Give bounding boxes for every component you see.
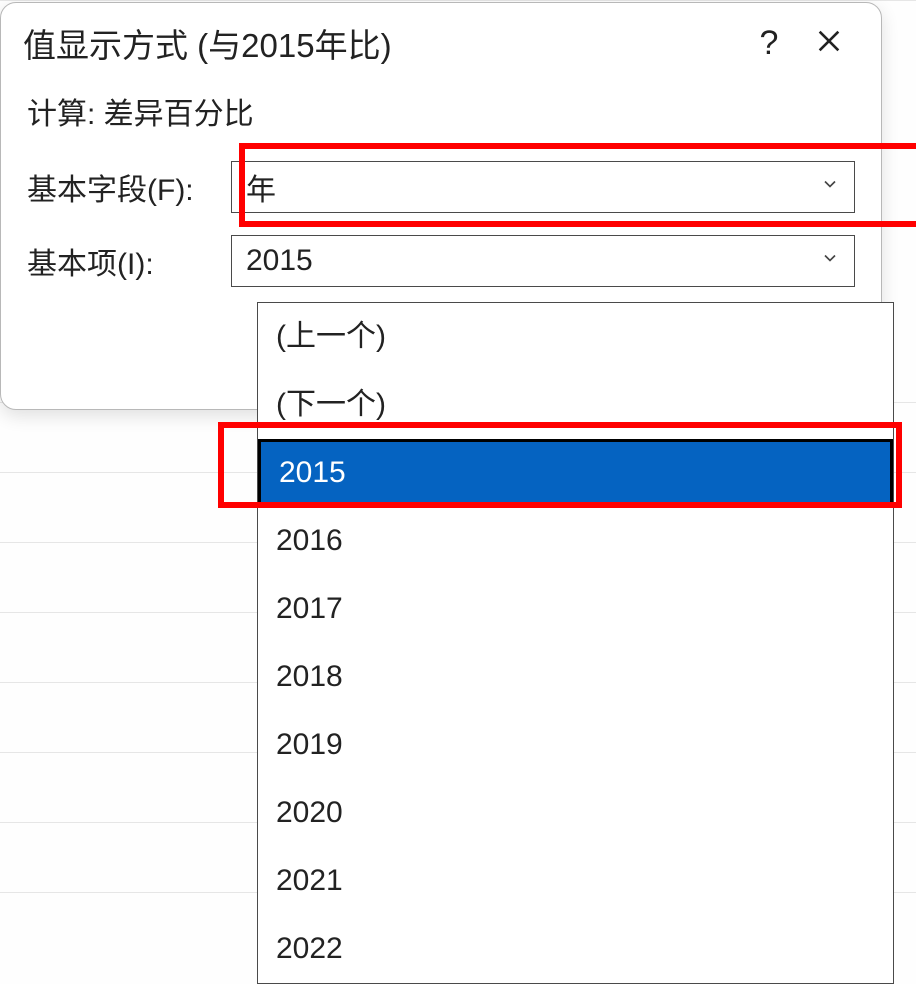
dialog-title: 值显示方式 (与2015年比) (23, 19, 739, 67)
dialog-titlebar: 值显示方式 (与2015年比) ? (1, 3, 881, 83)
calculation-label: 计算: 差异百分比 (27, 89, 855, 133)
dropdown-item[interactable]: 2017 (258, 575, 893, 643)
close-icon (815, 42, 843, 59)
dropdown-item[interactable]: 2022 (258, 915, 893, 983)
dropdown-item[interactable]: 2020 (258, 779, 893, 847)
help-button[interactable]: ? (739, 24, 799, 63)
base-field-combo[interactable]: 年 (231, 161, 855, 213)
base-item-value: 2015 (232, 244, 806, 278)
close-button[interactable] (799, 27, 859, 60)
base-item-label: 基本项(I): (27, 239, 231, 283)
chevron-down-icon (806, 174, 854, 200)
base-field-row: 基本字段(F): 年 (27, 161, 855, 213)
dropdown-item[interactable]: 2018 (258, 643, 893, 711)
base-item-dropdown-list[interactable]: (上一个)(下一个)201520162017201820192020202120… (257, 302, 894, 984)
base-field-value: 年 (232, 165, 806, 209)
dropdown-item[interactable]: (下一个) (258, 371, 893, 439)
dropdown-item[interactable]: 2021 (258, 847, 893, 915)
dropdown-item[interactable]: 2015 (258, 439, 893, 507)
dropdown-item[interactable]: (上一个) (258, 303, 893, 371)
dialog-body: 计算: 差异百分比 基本字段(F): 年 基本项(I): 2015 (1, 83, 881, 287)
chevron-down-icon (806, 248, 854, 274)
dropdown-item[interactable]: 2019 (258, 711, 893, 779)
dropdown-item[interactable]: 2016 (258, 507, 893, 575)
base-field-label: 基本字段(F): (27, 165, 231, 209)
base-item-row: 基本项(I): 2015 (27, 235, 855, 287)
base-item-combo[interactable]: 2015 (231, 235, 855, 287)
